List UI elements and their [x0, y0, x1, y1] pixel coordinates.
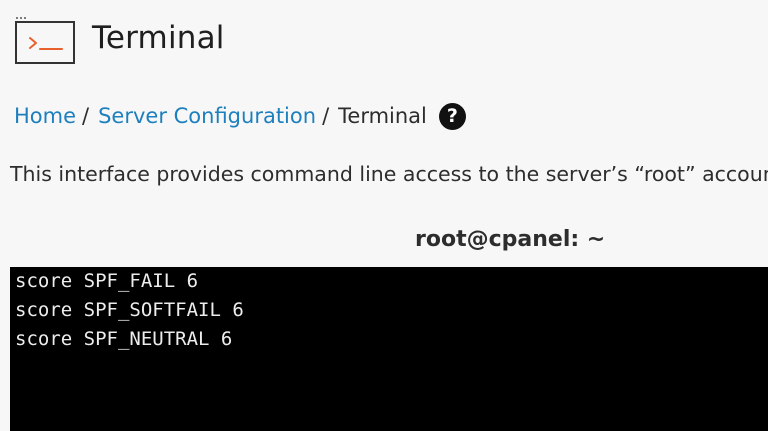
terminal-icon	[15, 17, 75, 64]
breadcrumb-current: Terminal	[338, 104, 427, 128]
help-icon[interactable]: ?	[438, 102, 466, 130]
breadcrumb-separator: /	[82, 104, 90, 128]
terminal-page: Terminal Home / Server Configuration / T…	[0, 0, 768, 431]
breadcrumb-home-link[interactable]: Home	[14, 104, 76, 128]
terminal-session-title: root@cpanel: ~	[415, 227, 606, 252]
terminal-output-line: score SPF_SOFTFAIL 6	[15, 299, 244, 321]
terminal-output-line: score SPF_FAIL 6	[15, 270, 199, 292]
breadcrumb-server-configuration-link[interactable]: Server Configuration	[98, 104, 316, 128]
page-description: This interface provides command line acc…	[10, 162, 768, 186]
terminal-output-line: score SPF_NEUTRAL 6	[15, 328, 233, 350]
page-header: Terminal	[14, 14, 225, 66]
page-title: Terminal	[92, 20, 225, 56]
breadcrumb-separator: /	[322, 104, 330, 128]
breadcrumb: Home / Server Configuration / Terminal ?	[14, 101, 466, 131]
terminal-window[interactable]: score SPF_FAIL 6 score SPF_SOFTFAIL 6 sc…	[10, 267, 768, 431]
